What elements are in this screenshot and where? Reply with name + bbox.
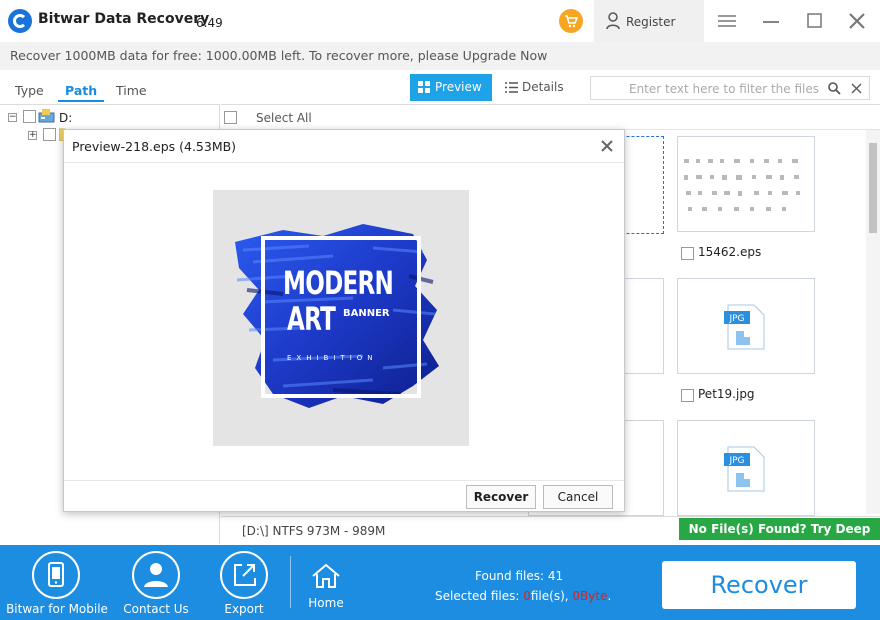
mobile-icon — [48, 562, 64, 587]
selected-files-word: file(s), — [530, 589, 573, 603]
tree-child-checkbox[interactable] — [43, 128, 56, 141]
filter-input[interactable] — [597, 80, 823, 97]
select-all-label[interactable]: Select All — [256, 111, 312, 125]
maximize-icon[interactable] — [806, 11, 824, 31]
tab-type[interactable]: Type — [15, 83, 44, 98]
tab-path[interactable]: Path — [65, 83, 97, 98]
file-thumbnail-eps[interactable] — [677, 136, 815, 232]
dialog-close-icon[interactable] — [600, 136, 616, 154]
file-name[interactable]: 15462.eps — [698, 245, 761, 259]
art-text-banner: BANNER — [343, 308, 390, 319]
file-list-header — [221, 104, 880, 130]
tree-root-checkbox[interactable] — [23, 110, 36, 123]
selected-files-prefix: Selected files: — [435, 589, 524, 603]
close-icon[interactable] — [848, 11, 866, 31]
menu-icon[interactable] — [718, 11, 736, 31]
export-label[interactable]: Export — [214, 602, 274, 616]
file-checkbox[interactable] — [681, 389, 694, 402]
clear-filter-icon[interactable] — [851, 83, 862, 94]
register-link[interactable]: Register — [626, 15, 675, 29]
collapse-toggle-icon[interactable]: − — [8, 113, 17, 122]
art-text-exhibition: EXHIBITION — [287, 354, 378, 362]
grid-icon — [418, 81, 430, 93]
jpg-file-icon: JPG — [724, 304, 765, 350]
export-icon — [234, 564, 256, 586]
deep-scan-link[interactable]: No File(s) Found? Try Deep Scan — [679, 518, 880, 558]
export-button[interactable] — [220, 551, 268, 599]
dialog-title: Preview-218.eps (4.53MB) — [72, 139, 237, 154]
selected-files-end: . — [607, 589, 612, 603]
preview-dialog: Preview-218.eps (4.53MB) MODERN ART BANN… — [63, 129, 625, 512]
user-icon — [606, 12, 620, 30]
contact-icon — [144, 563, 168, 587]
mobile-button[interactable] — [32, 551, 80, 599]
details-view-button[interactable]: Details — [496, 74, 578, 101]
bottom-divider — [290, 556, 291, 608]
dialog-recover-button[interactable]: Recover — [466, 485, 536, 509]
upgrade-banner[interactable]: Recover 1000MB data for free: 1000.00MB … — [0, 42, 880, 70]
app-title: Bitwar Data Recovery — [38, 11, 210, 27]
upgrade-banner-text: Recover 1000MB data for free: 1000.00MB … — [10, 48, 548, 63]
dialog-cancel-button[interactable]: Cancel — [543, 485, 613, 509]
file-name[interactable]: Pet19.jpg — [698, 387, 755, 401]
art-text-modern: MODERN — [283, 264, 394, 302]
partition-info: [D:\] NTFS 973M - 989M — [242, 524, 386, 538]
list-icon — [505, 82, 518, 93]
svg-text:JPG: JPG — [728, 456, 744, 466]
svg-text:JPG: JPG — [728, 314, 744, 324]
selected-files-text: Selected files: 0file(s), 0Byte. — [435, 589, 611, 603]
app-logo-icon — [8, 9, 32, 33]
file-thumbnail-jpg[interactable]: JPG — [677, 278, 815, 374]
found-files-text: Found files: 41 — [475, 569, 563, 583]
search-icon[interactable] — [828, 82, 841, 95]
select-all-checkbox[interactable] — [224, 111, 237, 124]
cart-icon[interactable] — [559, 9, 583, 33]
contact-label[interactable]: Contact Us — [118, 602, 194, 616]
preview-view-button[interactable]: Preview — [410, 74, 492, 101]
preview-view-label: Preview — [435, 80, 482, 94]
found-files-prefix: Found files: — [475, 569, 548, 583]
found-files-count: 41 — [547, 569, 564, 583]
recover-button[interactable]: Recover — [662, 561, 856, 609]
home-icon[interactable] — [310, 562, 342, 590]
minimize-icon[interactable] — [762, 11, 780, 31]
jpg-file-icon: JPG — [724, 446, 765, 492]
active-tab-indicator — [58, 100, 104, 102]
home-label[interactable]: Home — [302, 596, 350, 610]
selected-files-size: 0Byte — [572, 589, 608, 603]
contact-button[interactable] — [132, 551, 180, 599]
eps-preview-icon — [684, 159, 800, 211]
tree-root-label[interactable]: D: — [59, 111, 72, 125]
art-text-art: ART — [287, 300, 336, 338]
scrollbar-thumb[interactable] — [869, 143, 877, 233]
drive-icon — [38, 109, 55, 123]
tab-time[interactable]: Time — [116, 83, 147, 98]
file-thumbnail-jpg[interactable]: JPG — [677, 420, 815, 516]
file-checkbox[interactable] — [681, 247, 694, 260]
dialog-footer-divider — [64, 480, 624, 481]
filter-box — [590, 76, 870, 100]
app-window: Bitwar Data Recovery 6.49 Register Recov… — [0, 0, 880, 620]
dialog-divider — [64, 162, 624, 163]
expand-toggle-icon[interactable]: + — [28, 131, 37, 140]
selected-files-count: 0 — [523, 589, 531, 603]
mobile-label[interactable]: Bitwar for Mobile — [6, 602, 108, 616]
app-version: 6.49 — [196, 16, 223, 30]
preview-image: MODERN ART BANNER EXHIBITION — [213, 190, 469, 446]
details-view-label: Details — [522, 80, 564, 94]
